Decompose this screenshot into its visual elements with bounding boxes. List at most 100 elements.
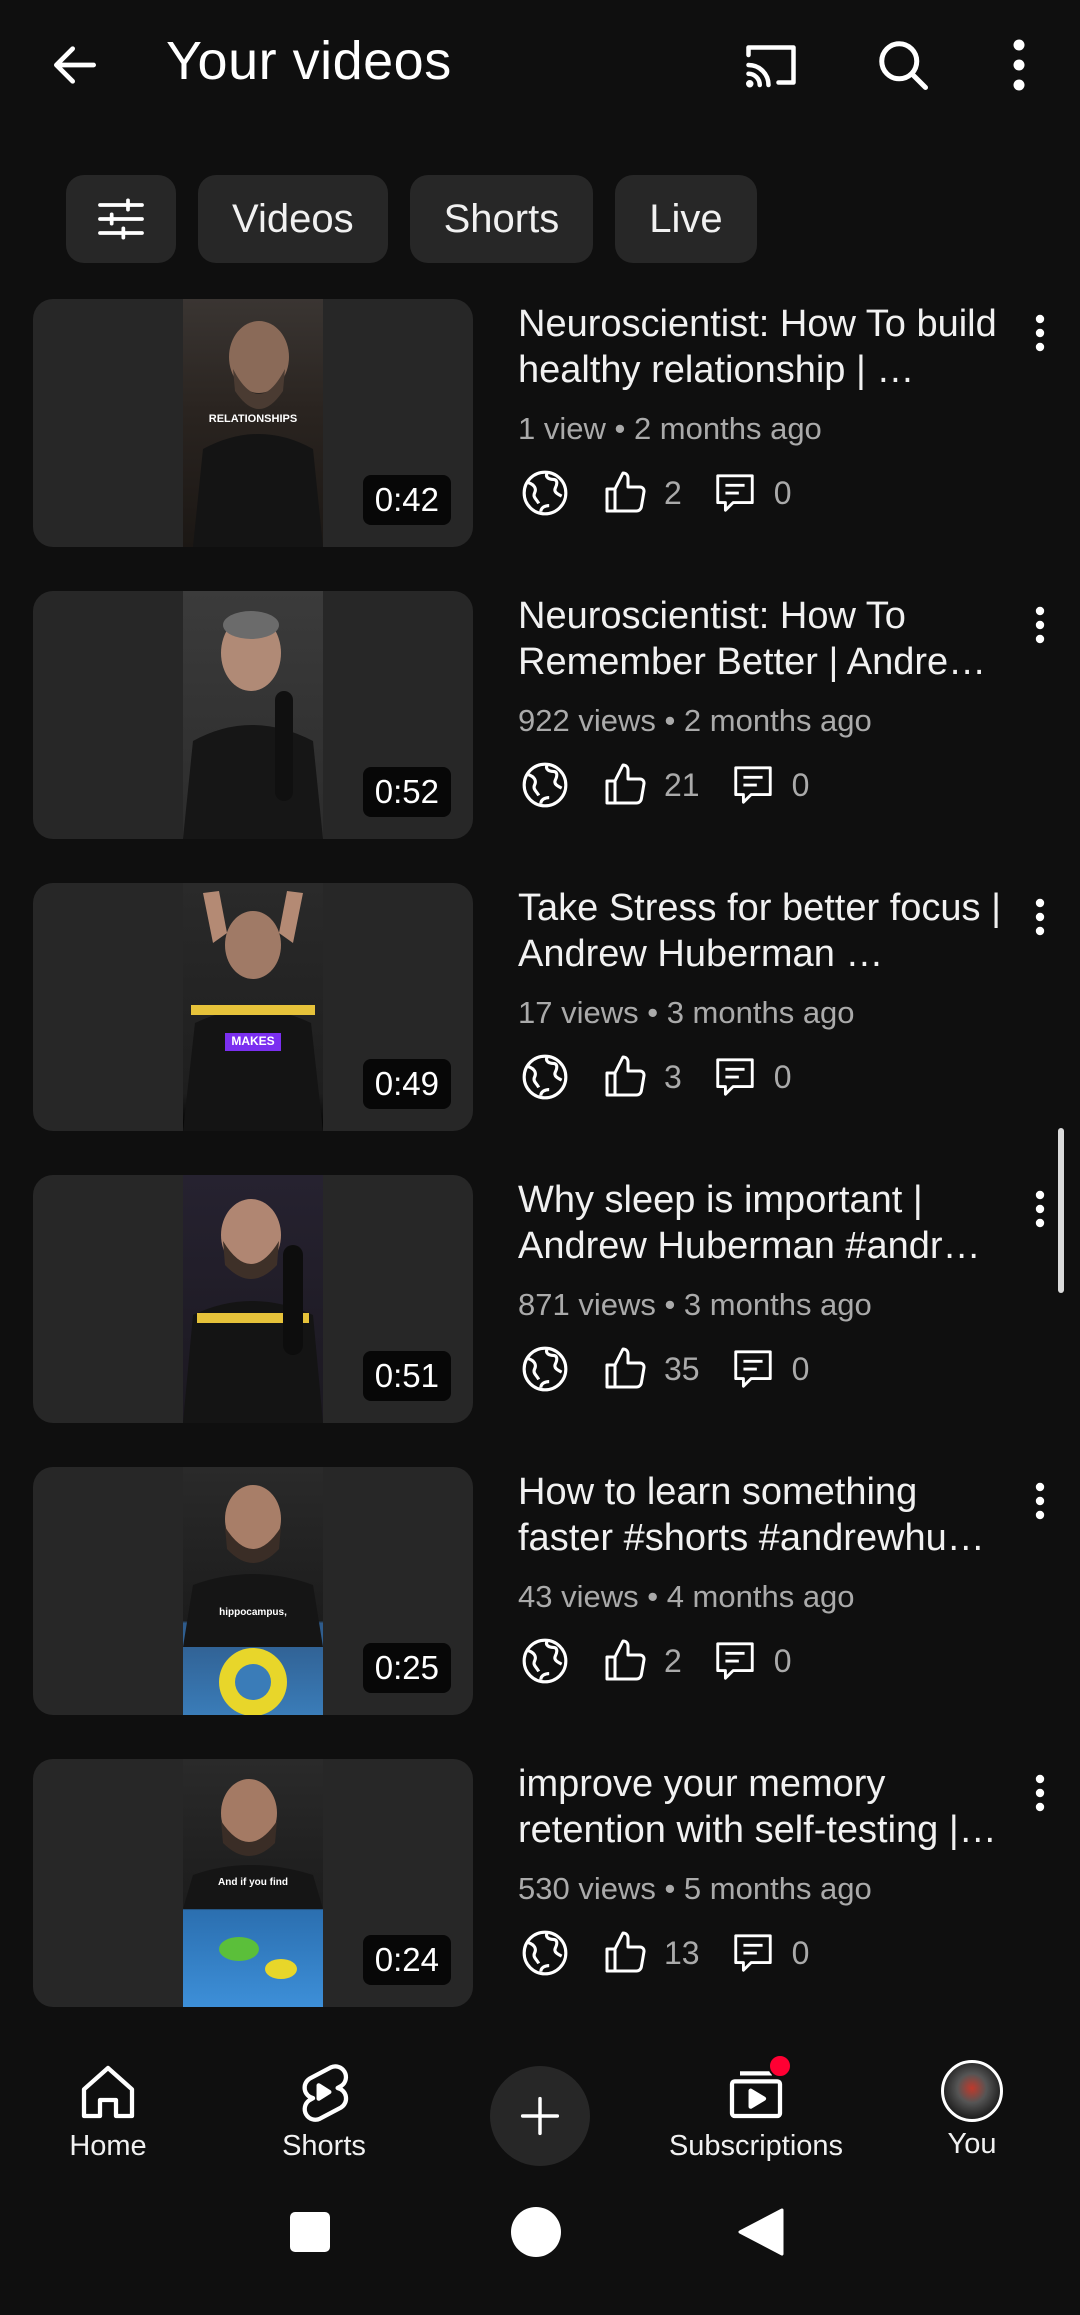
visibility-public[interactable] bbox=[518, 1926, 572, 1980]
comments-stat bbox=[708, 1634, 762, 1688]
notification-dot bbox=[768, 2054, 792, 2078]
chip-videos[interactable]: Videos bbox=[198, 175, 388, 263]
chip-live[interactable]: Live bbox=[615, 175, 757, 263]
visibility-public[interactable] bbox=[518, 1634, 572, 1688]
more-vert-icon bbox=[1013, 39, 1025, 91]
likes-count: 13 bbox=[664, 1934, 700, 1971]
comments-count: 0 bbox=[773, 1642, 792, 1679]
duration-badge: 0:42 bbox=[362, 475, 451, 525]
comments-stat bbox=[726, 758, 780, 812]
visibility-public[interactable] bbox=[518, 1050, 572, 1104]
page-title: Your videos bbox=[166, 31, 452, 91]
more-vert-icon bbox=[1035, 314, 1045, 352]
shorts-icon bbox=[302, 2064, 349, 2122]
list-item[interactable]: MAKES 0:49 Take Stress for better focus … bbox=[0, 883, 1080, 1133]
video-stats: 13 0 bbox=[518, 1923, 809, 1983]
globe-icon bbox=[522, 1638, 568, 1684]
likes-count: 21 bbox=[664, 766, 700, 803]
video-title[interactable]: Neuroscientist: How To build healthy rel… bbox=[518, 301, 1016, 393]
video-stats: 35 0 bbox=[518, 1339, 809, 1399]
list-item[interactable]: 0:51 Why sleep is important | Andrew Hub… bbox=[0, 1175, 1080, 1425]
comments-stat bbox=[726, 1926, 780, 1980]
likes-stat bbox=[598, 1634, 652, 1688]
video-meta: 871 views • 3 months ago bbox=[518, 1287, 872, 1322]
comments-count: 0 bbox=[791, 766, 810, 803]
thumbnail-overlay-text: MAKES bbox=[231, 1034, 275, 1048]
video-title[interactable]: Neuroscientist: How To Remember Better |… bbox=[518, 593, 1016, 685]
list-item[interactable]: RELATIONSHIPS 0:42 Neuroscientist: How T… bbox=[0, 299, 1080, 549]
likes-stat bbox=[598, 1342, 652, 1396]
likes-stat bbox=[598, 1050, 652, 1104]
video-title[interactable]: How to learn something faster #shorts #a… bbox=[518, 1469, 1016, 1561]
comments-stat bbox=[708, 1050, 762, 1104]
more-vert-icon bbox=[1035, 1482, 1045, 1520]
duration-badge: 0:24 bbox=[362, 1935, 451, 1985]
home-icon bbox=[81, 2065, 135, 2119]
video-meta: 530 views • 5 months ago bbox=[518, 1871, 872, 1906]
filter-button[interactable] bbox=[66, 175, 176, 263]
system-nav-bar bbox=[0, 2180, 1080, 2315]
video-meta: 43 views • 4 months ago bbox=[518, 1579, 855, 1614]
video-thumbnail[interactable]: MAKES 0:49 bbox=[33, 883, 473, 1131]
person-silhouette bbox=[183, 1199, 323, 1423]
thumbs-up-icon bbox=[605, 1347, 646, 1389]
video-thumbnail[interactable]: RELATIONSHIPS 0:42 bbox=[33, 299, 473, 547]
nav-you-label: You bbox=[947, 2128, 997, 2160]
comments-count: 0 bbox=[773, 474, 792, 511]
home-button[interactable] bbox=[511, 2207, 561, 2257]
video-more-button[interactable] bbox=[1020, 303, 1060, 363]
likes-count: 2 bbox=[664, 1642, 682, 1679]
comment-icon bbox=[716, 474, 754, 512]
thumbnail-image: hippocampus, bbox=[183, 1467, 323, 1715]
search-icon bbox=[879, 41, 928, 90]
globe-icon bbox=[522, 1054, 568, 1100]
likes-stat bbox=[598, 466, 652, 520]
video-stats: 21 0 bbox=[518, 755, 809, 815]
comment-icon bbox=[733, 1350, 772, 1388]
more-vert-icon bbox=[1035, 1774, 1045, 1812]
more-vert-icon bbox=[1035, 1190, 1045, 1228]
list-item[interactable]: And if you find 0:24 improve your memory… bbox=[0, 1759, 1080, 2009]
visibility-public[interactable] bbox=[518, 758, 572, 812]
sliders-icon bbox=[98, 198, 144, 240]
video-thumbnail[interactable]: hippocampus, 0:25 bbox=[33, 1467, 473, 1715]
video-meta: 922 views • 2 months ago bbox=[518, 703, 872, 738]
comment-icon bbox=[716, 1642, 754, 1680]
back-button[interactable] bbox=[30, 20, 120, 110]
create-button[interactable] bbox=[490, 2066, 590, 2166]
video-thumbnail[interactable]: 0:51 bbox=[33, 1175, 473, 1423]
video-more-button[interactable] bbox=[1020, 1179, 1060, 1239]
video-stats: 3 0 bbox=[518, 1047, 792, 1107]
search-button[interactable] bbox=[858, 20, 948, 110]
visibility-public[interactable] bbox=[518, 466, 572, 520]
thumbs-up-icon bbox=[605, 763, 646, 805]
list-item[interactable]: 0:52 Neuroscientist: How To Remember Bet… bbox=[0, 591, 1080, 841]
globe-icon bbox=[522, 1346, 568, 1392]
thumbnail-overlay-text: RELATIONSHIPS bbox=[208, 413, 298, 425]
video-title[interactable]: Take Stress for better focus | Andrew Hu… bbox=[518, 885, 1016, 977]
video-more-button[interactable] bbox=[1020, 595, 1060, 655]
video-more-button[interactable] bbox=[1020, 1763, 1060, 1823]
video-stats: 2 0 bbox=[518, 1631, 792, 1691]
list-item[interactable]: hippocampus, 0:25 How to learn something… bbox=[0, 1467, 1080, 1717]
video-title[interactable]: improve your memory retention with self-… bbox=[518, 1761, 1016, 1853]
visibility-public[interactable] bbox=[518, 1342, 572, 1396]
avatar bbox=[941, 2060, 1003, 2122]
recents-button[interactable] bbox=[290, 2212, 330, 2252]
video-more-button[interactable] bbox=[1020, 887, 1060, 947]
chip-shorts[interactable]: Shorts bbox=[409, 175, 594, 263]
scrollbar[interactable] bbox=[1058, 1128, 1064, 1293]
video-more-button[interactable] bbox=[1020, 1471, 1060, 1531]
nav-subscriptions-label: Subscriptions bbox=[668, 2130, 844, 2162]
back-nav-button[interactable] bbox=[738, 2208, 784, 2256]
cast-button[interactable] bbox=[726, 20, 816, 110]
thumbnail-image: MAKES bbox=[183, 883, 323, 1131]
likes-count: 2 bbox=[664, 474, 682, 511]
cast-icon bbox=[746, 45, 796, 88]
more-options-button[interactable] bbox=[974, 20, 1064, 110]
video-title[interactable]: Why sleep is important | Andrew Huberman… bbox=[518, 1177, 1016, 1269]
video-thumbnail[interactable]: 0:52 bbox=[33, 591, 473, 839]
duration-badge: 0:49 bbox=[362, 1059, 451, 1109]
plus-icon bbox=[520, 2096, 560, 2136]
video-thumbnail[interactable]: And if you find 0:24 bbox=[33, 1759, 473, 2007]
